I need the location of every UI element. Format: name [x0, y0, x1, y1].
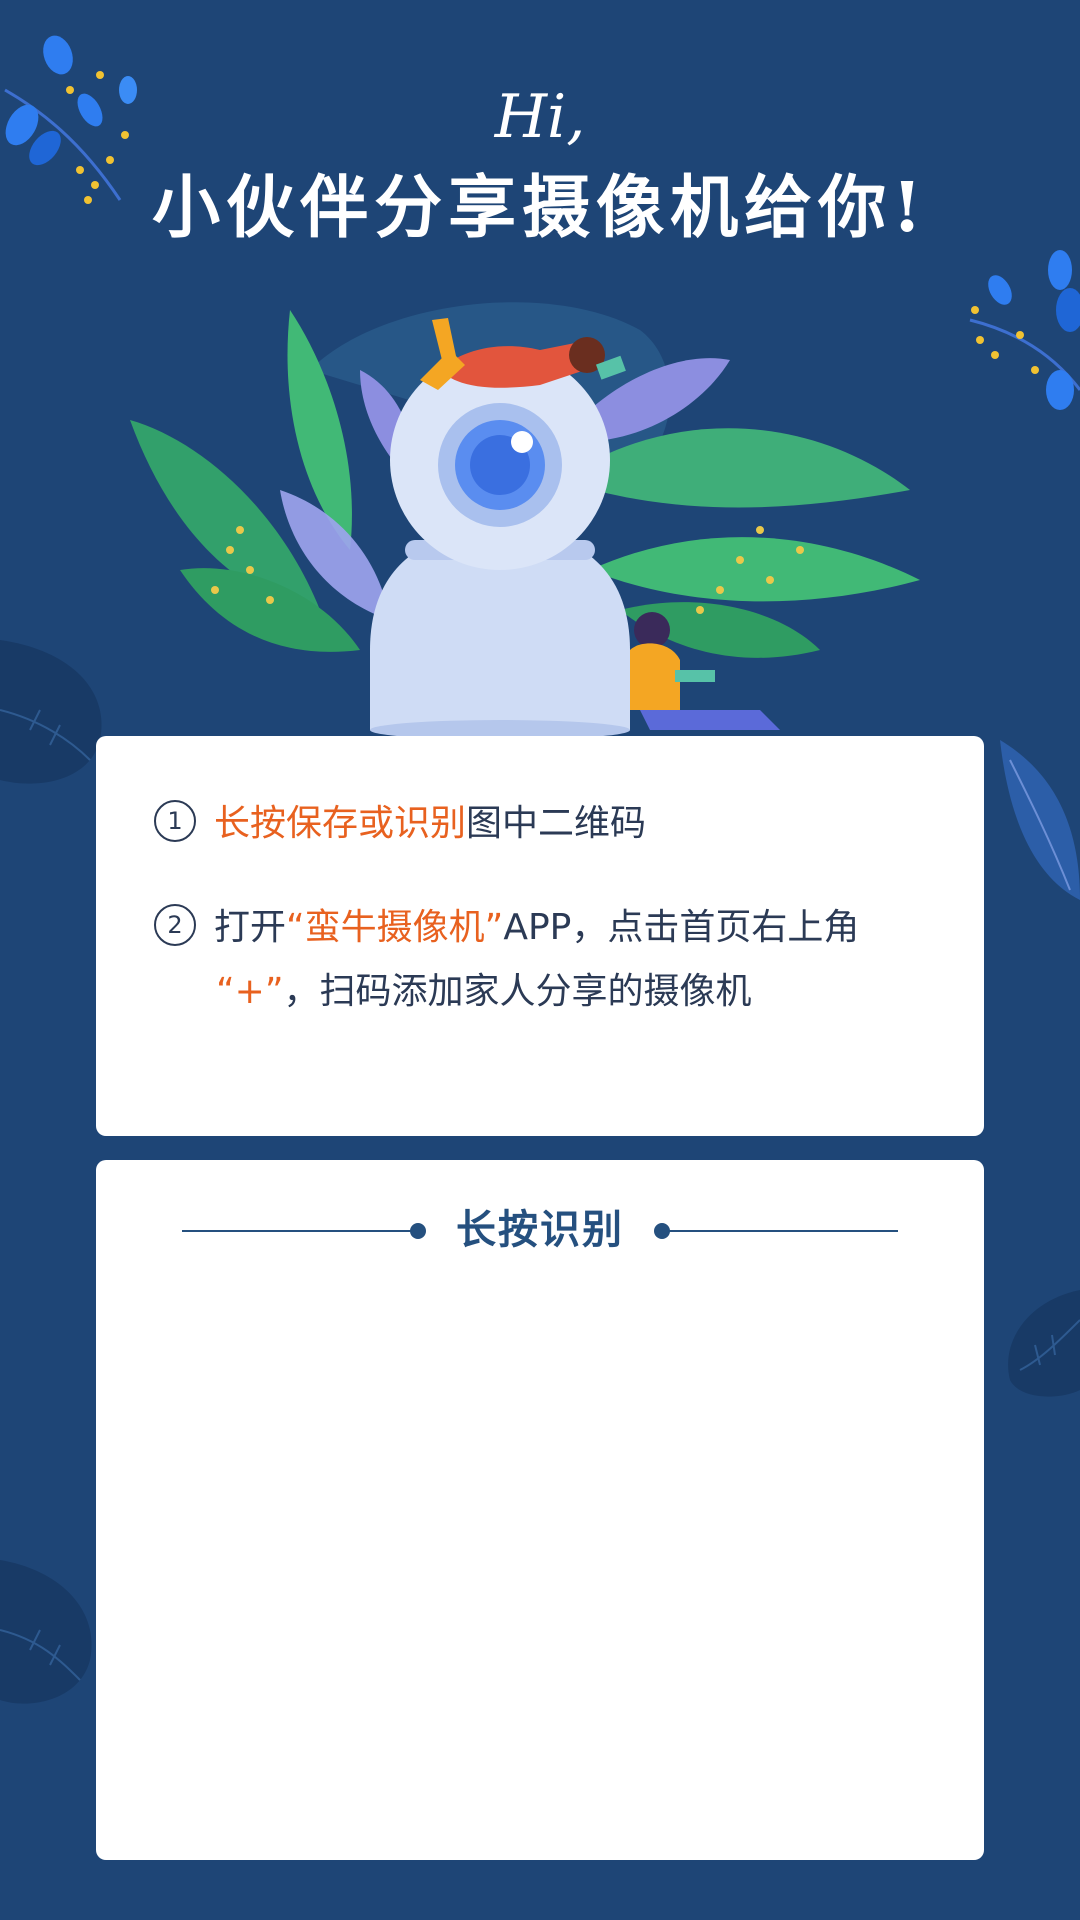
left-leaf-decoration-lower — [0, 1560, 92, 1704]
left-leaf-decoration — [0, 640, 102, 784]
step2-line-2: “+”，扫码添加家人分享的摄像机 — [154, 960, 944, 1024]
step2-plus-symbol: “+” — [216, 971, 284, 1012]
step2-suffix: ，扫码添加家人分享的摄像机 — [283, 971, 752, 1012]
step1-highlight: 长按保存或识别 — [214, 803, 467, 844]
right-leaf-decoration-lower — [1008, 1290, 1080, 1397]
share-camera-page: Hi, 小伙伴分享摄像机给你! 1 长按保存或识别图中二维码 2 打开“蛮牛摄像… — [0, 0, 1080, 1920]
greeting-text: Hi, — [494, 82, 586, 152]
step2-prefix: 打开 — [214, 907, 287, 948]
qr-code-card: 长按识别 — [96, 1160, 984, 1860]
qr-code-area[interactable] — [216, 1320, 864, 1820]
page-title: 小伙伴分享摄像机给你! — [152, 168, 928, 248]
step2-middle: APP，点击首页右上角 — [503, 907, 860, 948]
right-leaf-decoration — [1000, 740, 1080, 900]
instruction-step-1: 1 长按保存或识别图中二维码 — [154, 792, 944, 856]
instructions-card: 1 长按保存或识别图中二维码 2 打开“蛮牛摄像机”APP，点击首页右上角 “+”，… — [96, 736, 984, 1136]
instruction-step-2: 2 打开“蛮牛摄像机”APP，点击首页右上角 “+”，扫码添加家人分享的摄像机 — [154, 896, 944, 1024]
section-divider-right — [666, 1230, 898, 1232]
camera-illustration — [130, 302, 920, 740]
step1-text: 图中二维码 — [466, 803, 647, 844]
step2-app-name: “蛮牛摄像机” — [286, 907, 504, 948]
step-number-1: 1 — [154, 800, 196, 842]
step-number-2: 2 — [154, 904, 196, 946]
